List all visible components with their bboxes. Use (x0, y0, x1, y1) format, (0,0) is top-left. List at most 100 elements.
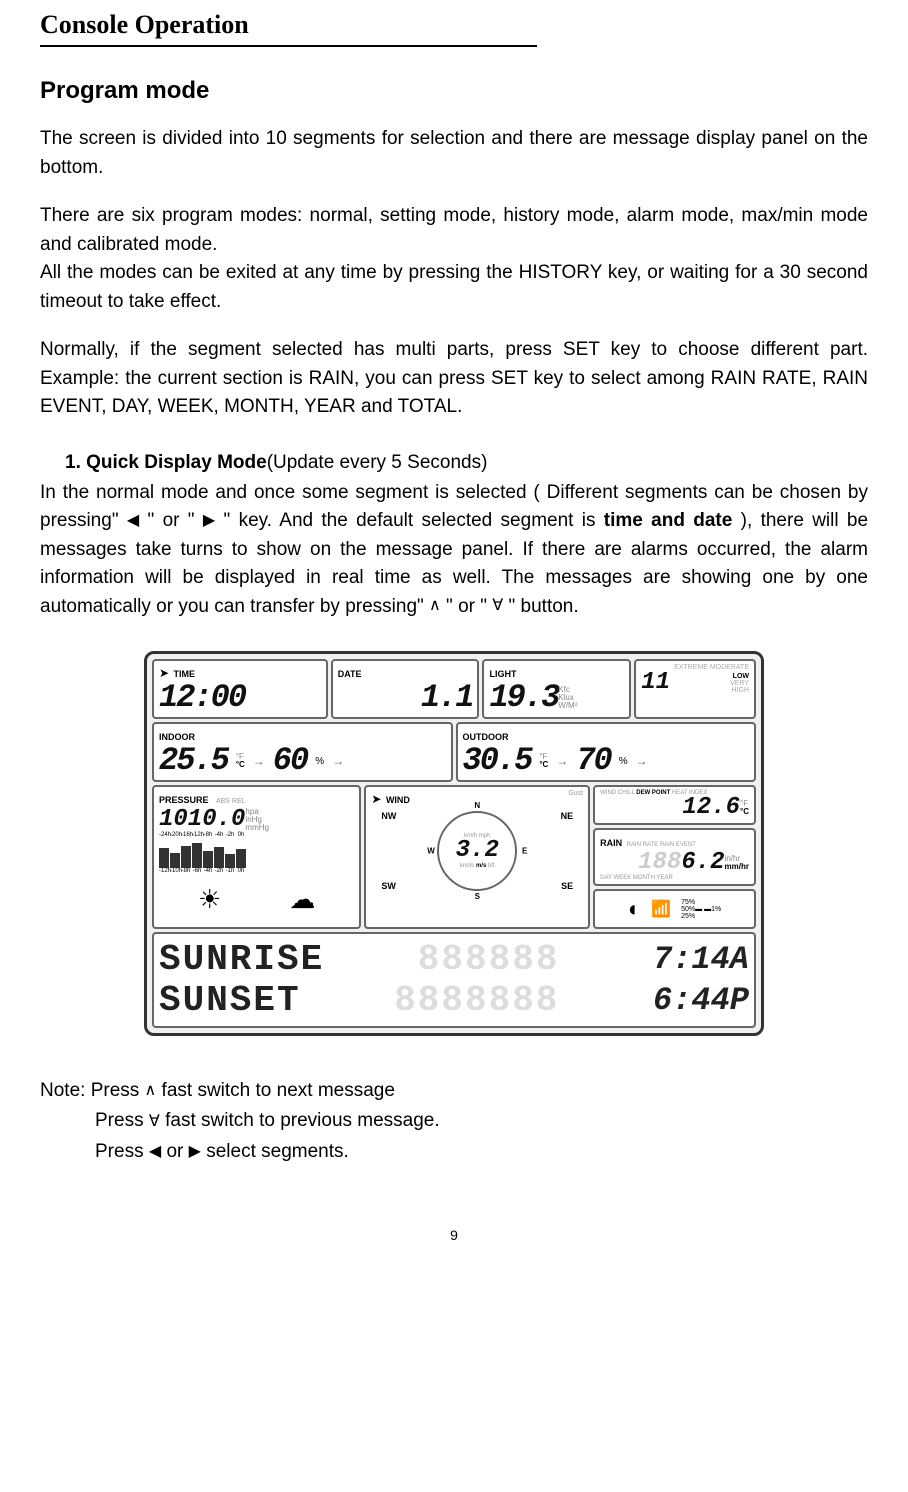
wind-label: WIND (386, 795, 410, 805)
qm-text-2: " or " (148, 510, 195, 531)
heading-number: 1. (65, 452, 81, 473)
trend-arrow-icon: → (556, 754, 568, 768)
antenna-icon: 📶 (651, 899, 671, 919)
light-value: 19.3 (489, 682, 558, 714)
indoor-temp-unit: °F°C (236, 753, 245, 769)
lcd-pressure-segment: PRESSURE ABS REL 1010.0 hpainHgmmHg -24h… (152, 785, 361, 929)
pressure-sublabel: ABS REL (216, 798, 246, 805)
page-number: 9 (40, 1227, 868, 1243)
segment-paragraph: Normally, if the segment selected has mu… (40, 336, 868, 422)
left-arrow-icon: ◀ (127, 509, 139, 533)
selector-arrow-icon: ➤ (159, 666, 169, 680)
note3-text-c: select segments. (206, 1141, 349, 1162)
pressure-units: hpainHgmmHg (245, 808, 269, 832)
section-title: Program mode (40, 77, 868, 105)
gust-label: Gust (568, 790, 583, 797)
rain-unit: in/hrmm/hr (725, 855, 749, 871)
lcd-rain-segment: RAIN RAIN RATE RAIN EVENT 188 6.2 in/hrm… (593, 828, 756, 886)
right-arrow-icon: ▶ (189, 1139, 201, 1165)
down-arrow-icon: ∀ (149, 1109, 160, 1135)
quick-mode-body: In the normal mode and once some segment… (40, 479, 868, 622)
date-label: DATE (338, 669, 362, 679)
modes-paragraph: There are six program modes: normal, set… (40, 202, 868, 259)
weather-forecast-icons: ☀ ☁ (159, 879, 354, 920)
moon-phase-icon: ◐ (628, 896, 641, 922)
msg-line1-time: 7:14A (653, 941, 749, 978)
qm-bold-seg: time and date (604, 510, 733, 531)
lcd-time-segment: ➤ TIME 12:00 (152, 659, 328, 719)
uv-value: 11 (641, 671, 670, 695)
lcd-wind-segment: ➤ WIND Gust NW NE N S W E km/h mph 3.2 k… (364, 785, 590, 929)
note-line-1: Note: Press ∧ fast switch to next messag… (40, 1076, 868, 1106)
up-arrow-icon: ∧ (145, 1078, 157, 1104)
outdoor-temp-unit: °F°C (539, 753, 548, 769)
note-line-2: Press ∀ fast switch to previous message. (40, 1106, 868, 1136)
trend-arrow-icon: → (253, 754, 265, 768)
note2-text-b: fast switch to previous message. (165, 1110, 440, 1131)
lcd-outdoor-segment: OUTDOOR 30.5 °F°C → 70 % → (456, 722, 757, 782)
outdoor-label: OUTDOOR (463, 732, 509, 742)
lcd-light-segment: LIGHT 19.3 KfcKluxW/M² (482, 659, 631, 719)
exit-paragraph: All the modes can be exited at any time … (40, 259, 868, 316)
note1-text-b: fast switch to next message (162, 1080, 395, 1101)
dewpoint-value: 12.6 (682, 796, 740, 820)
qm-text-3: " key. And the default selected segment … (224, 510, 604, 531)
pressure-bars (159, 843, 354, 868)
note3-text-a: Press (95, 1141, 149, 1162)
lcd-dewpoint-segment: WIND CHILL DEW POINT HEAT INDEX 12.6 °F°… (593, 785, 756, 825)
date-value: 1.1 (338, 682, 473, 714)
pressure-bar-labels-bottom: -12h-10h-8h-6h-4h-2h-1h0h (159, 868, 354, 874)
pressure-label: PRESSURE (159, 795, 209, 805)
msg-line2-label: SUNSET (159, 980, 301, 1021)
msg-line2-time: 6:44P (653, 982, 749, 1019)
outdoor-hum: 70 (576, 745, 610, 777)
light-label: LIGHT (489, 669, 516, 679)
wind-speed: 3.2 (456, 839, 499, 863)
right-arrow-icon: ▶ (203, 509, 215, 533)
msg-placeholder: 888888 (418, 939, 560, 980)
trend-arrow-icon: → (332, 754, 344, 768)
indoor-label: INDOOR (159, 732, 195, 742)
indoor-temp: 25.5 (159, 745, 228, 777)
light-units: KfcKluxW/M² (558, 686, 577, 710)
cloud-icon: ☁ (289, 884, 315, 915)
rain-value: 6.2 (681, 851, 724, 875)
up-arrow-icon: ∧ (429, 594, 441, 618)
left-arrow-icon: ◀ (149, 1139, 161, 1165)
signal-percent: 75%50%▬ ▬1%25% (681, 899, 721, 920)
time-value: 12:00 (159, 682, 321, 714)
note1-text-a: Note: Press (40, 1080, 145, 1101)
lcd-status-segment: ◐ 📶 75%50%▬ ▬1%25% (593, 889, 756, 929)
msg-placeholder: 8888888 (394, 980, 559, 1021)
lcd-date-segment: DATE 1.1 (331, 659, 480, 719)
indoor-hum-unit: % (315, 756, 324, 767)
heading-subtitle: (Update every 5 Seconds) (267, 452, 488, 473)
quick-mode-heading: 1. Quick Display Mode(Update every 5 Sec… (40, 452, 868, 474)
lcd-message-panel: SUNRISE 888888 7:14A SUNSET 8888888 6:44… (152, 932, 756, 1028)
selector-arrow-icon: ➤ (371, 792, 381, 806)
sun-icon: ☀ (198, 884, 221, 915)
pressure-bar-labels-top: -24h-20h-16h-12h-8h-4h-2h0h (159, 832, 354, 838)
header-divider (40, 45, 537, 47)
msg-line1-label: SUNRISE (159, 939, 324, 980)
uv-levels: LOWVERYHIGH (730, 673, 749, 694)
rain-label: RAIN (600, 838, 622, 848)
note3-text-b: or (166, 1141, 188, 1162)
down-arrow-icon: ∀ (492, 594, 503, 618)
note-line-3: Press ◀ or ▶ select segments. (40, 1137, 868, 1167)
outdoor-hum-unit: % (619, 756, 628, 767)
note2-text-a: Press (95, 1110, 149, 1131)
lcd-uv-segment: EXTREME MODERATE 11 LOWVERYHIGH (634, 659, 756, 719)
indoor-hum: 60 (273, 745, 307, 777)
page-main-title: Console Operation (40, 10, 868, 40)
qm-text-6: " button. (509, 596, 579, 617)
trend-arrow-icon: → (636, 754, 648, 768)
time-label: TIME (174, 669, 196, 679)
outdoor-temp: 30.5 (463, 745, 532, 777)
heading-title: Quick Display Mode (86, 452, 267, 473)
pressure-value: 1010.0 (159, 808, 245, 832)
lcd-indoor-segment: INDOOR 25.5 °F°C → 60 % → (152, 722, 453, 782)
rain-sublabel: RAIN RATE RAIN EVENT (627, 842, 696, 848)
qm-text-5: " or " (446, 596, 487, 617)
dewpoint-unit: °F°C (740, 800, 749, 816)
